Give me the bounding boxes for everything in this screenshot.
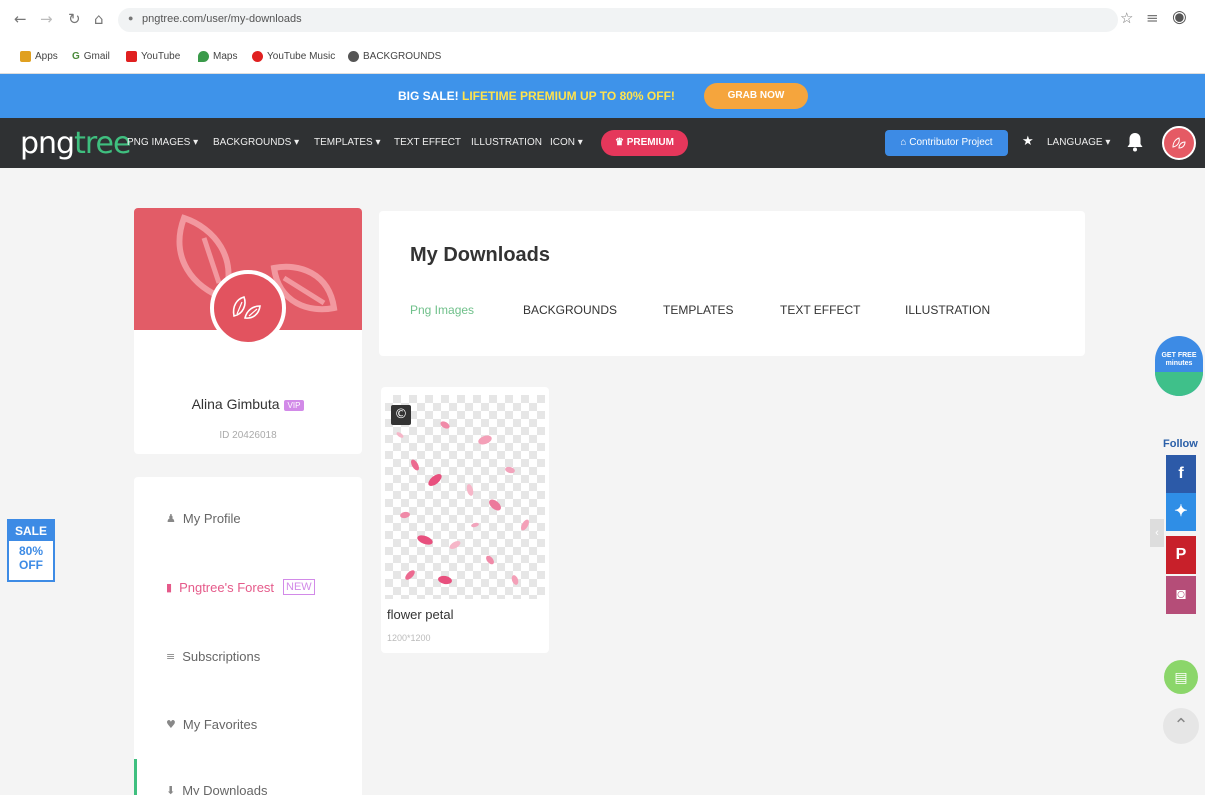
collapse-arrow-icon[interactable]: ‹ [1150, 519, 1164, 547]
favorites-star-icon[interactable]: ★ [1022, 134, 1034, 149]
download-item-card[interactable]: © flower petal 1200*1200 [381, 387, 549, 653]
user-icon: ♟ [166, 512, 176, 525]
heart-icon: ♥ [166, 718, 176, 731]
floating-sale-badge[interactable]: SALE 80% OFF [7, 519, 55, 582]
bookmark-backgrounds[interactable]: BACKGROUNDS [348, 51, 441, 62]
globe-icon [348, 51, 359, 62]
list-icon: ≡ [166, 650, 176, 663]
nav-templates[interactable]: TEMPLATES ▾ [314, 137, 381, 148]
tab-backgrounds[interactable]: BACKGROUNDS [523, 303, 617, 317]
youtube-icon [126, 51, 137, 62]
new-badge: NEW [283, 579, 315, 595]
site-navbar: pngtree PNG IMAGES ▾ BACKGROUNDS ▾ TEMPL… [0, 118, 1205, 168]
bookmark-gmail[interactable]: G Gmail [72, 51, 110, 62]
account-side-menu: ♟ My Profile ▮ Pngtree's Forest NEW ≡ Subscr… [134, 477, 362, 795]
grab-now-button[interactable]: GRAB NOW [704, 83, 808, 109]
browser-toolbar: ← → ↻ ⌂ ● pngtree.com/user/my-downloads … [0, 0, 1205, 44]
instagram-icon[interactable]: ◙ [1166, 576, 1196, 614]
follow-label: Follow [1163, 438, 1198, 450]
bookmark-maps[interactable]: Maps [198, 51, 237, 62]
language-dropdown[interactable]: LANGUAGE ▾ [1047, 137, 1110, 148]
nav-icon[interactable]: ICON ▾ [550, 137, 583, 148]
vip-badge: VIP [283, 399, 305, 411]
back-to-top-icon[interactable]: ⌃ [1163, 708, 1199, 744]
menu-pngtree-forest[interactable]: ▮ Pngtree's Forest NEW [166, 579, 315, 595]
back-icon[interactable]: ← [14, 10, 27, 28]
bookmark-apps[interactable]: Apps [20, 51, 58, 62]
nav-text-effect[interactable]: TEXT EFFECT [394, 137, 461, 148]
get-free-minutes-widget[interactable]: GET FREE minutes [1155, 336, 1203, 396]
maps-pin-icon [198, 51, 209, 62]
bookmarks-bar: Apps G Gmail YouTube Maps YouTube Music B… [0, 44, 1205, 74]
profile-card: Alina Gimbuta VIP ID 20426018 [134, 208, 362, 454]
tab-templates[interactable]: TEMPLATES [663, 303, 733, 317]
reload-icon[interactable]: ↻ [68, 10, 81, 28]
facebook-icon[interactable]: f [1166, 455, 1196, 493]
pngtree-logo[interactable]: pngtree [20, 126, 131, 161]
google-icon: G [72, 51, 80, 62]
bookmark-youtube[interactable]: YouTube [126, 51, 180, 62]
contributor-project-button[interactable]: ⌂ Contributor Project [885, 130, 1008, 156]
nav-backgrounds[interactable]: BACKGROUNDS ▾ [213, 137, 299, 148]
download-icon: ⬇ [166, 784, 176, 795]
bookmark-star-icon[interactable]: ☆ [1120, 9, 1133, 27]
lock-icon: ● [128, 13, 134, 23]
reading-list-icon[interactable]: ≡ [1146, 9, 1159, 27]
address-bar[interactable]: ● pngtree.com/user/my-downloads [118, 8, 1118, 32]
menu-my-downloads[interactable]: ⬇ My Downloads [166, 783, 267, 795]
sale-banner: BIG SALE! LIFETIME PREMIUM UP TO 80% OFF… [0, 74, 1205, 118]
sale-banner-text: BIG SALE! LIFETIME PREMIUM UP TO 80% OFF… [398, 89, 675, 103]
item-dimensions: 1200*1200 [387, 633, 431, 643]
user-avatar[interactable] [1162, 126, 1196, 160]
leaf-avatar-icon [232, 296, 261, 319]
crown-icon: ♛ [615, 137, 627, 148]
tab-text-effect[interactable]: TEXT EFFECT [780, 303, 860, 317]
item-title[interactable]: flower petal [387, 607, 453, 622]
url-text: pngtree.com/user/my-downloads [142, 13, 302, 25]
profile-name: Alina Gimbuta VIP [134, 396, 362, 412]
nav-png-images[interactable]: PNG IMAGES ▾ [127, 137, 198, 148]
downloads-header: My Downloads Png Images BACKGROUNDS TEMP… [379, 211, 1085, 356]
profile-id: ID 20426018 [219, 430, 277, 441]
tab-png-images[interactable]: Png Images [410, 303, 474, 317]
leaf-logo-icon [1172, 137, 1186, 149]
apps-grid-icon [20, 51, 31, 62]
copyright-icon: © [391, 405, 411, 425]
twitter-icon[interactable]: ✦ [1166, 493, 1196, 531]
premium-button[interactable]: ♛ PREMIUM [601, 130, 688, 156]
pinterest-icon[interactable]: P [1166, 536, 1196, 574]
menu-subscriptions[interactable]: ≡ Subscriptions [166, 649, 260, 664]
flower-petals-image [396, 421, 529, 585]
bell-icon[interactable] [1126, 132, 1144, 152]
forest-icon: ▮ [166, 580, 173, 594]
profile-icon[interactable]: ◉ [1172, 7, 1187, 27]
item-thumbnail[interactable] [385, 395, 545, 599]
page-title: My Downloads [410, 244, 551, 266]
profile-avatar[interactable] [210, 270, 286, 346]
forward-icon[interactable]: → [40, 10, 53, 28]
home-icon[interactable]: ⌂ [94, 10, 104, 28]
menu-my-profile[interactable]: ♟ My Profile [166, 511, 241, 526]
chat-icon[interactable]: ▤ [1164, 660, 1198, 694]
active-menu-indicator [134, 759, 137, 795]
tab-illustration[interactable]: ILLUSTRATION [905, 303, 990, 317]
nav-illustration[interactable]: ILLUSTRATION [471, 137, 542, 148]
bookmark-youtube-music[interactable]: YouTube Music [252, 51, 335, 62]
menu-my-favorites[interactable]: ♥ My Favorites [166, 717, 257, 732]
house-icon: ⌂ [900, 137, 910, 148]
youtube-music-icon [252, 51, 263, 62]
